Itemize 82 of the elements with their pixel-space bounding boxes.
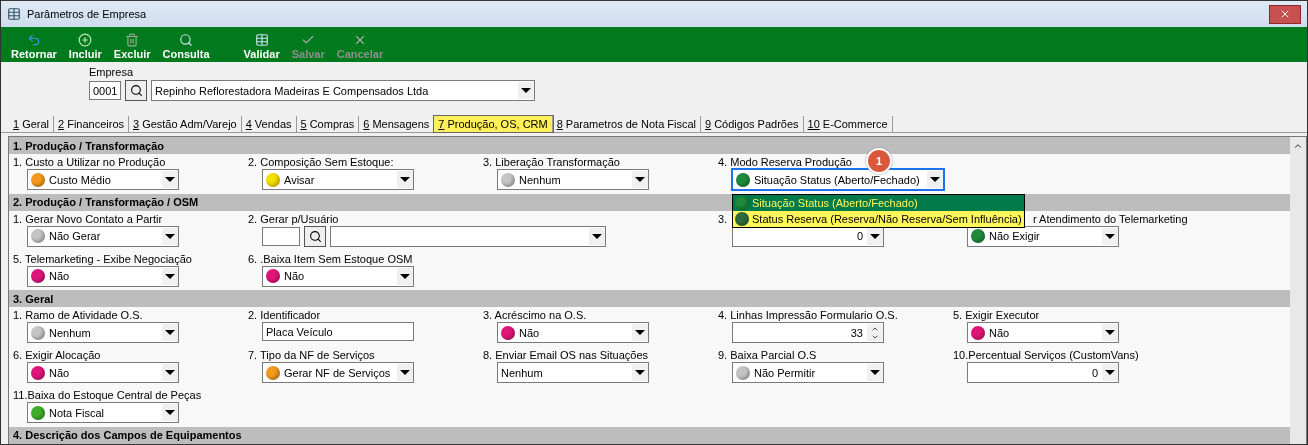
scrollbar[interactable]	[1290, 137, 1306, 444]
tab[interactable]: 4 Vendas	[241, 116, 297, 132]
field-label: Empresa	[89, 66, 134, 78]
dropdown[interactable]: Nenhum	[497, 362, 649, 384]
scroll-up-icon[interactable]	[1293, 141, 1303, 151]
field-label: 11.Baixa do Estoque Central de Peças	[13, 389, 202, 402]
toolbar-button[interactable]: Incluir	[62, 33, 108, 60]
dropdown[interactable]: 0	[967, 362, 1119, 384]
toolbar-button[interactable]: Validar	[237, 33, 286, 60]
plus-circle-icon	[78, 33, 93, 47]
tab[interactable]: 8 Parametros de Nota Fiscal	[552, 116, 702, 132]
tab[interactable]: 2 Financeiros	[54, 116, 129, 132]
field-label: 3. Acréscimo na O.S.	[483, 309, 587, 322]
dropdown[interactable]	[330, 225, 606, 247]
code-field[interactable]	[262, 226, 300, 246]
dropdown[interactable]: Situação Status (Aberto/Fechado)	[732, 169, 944, 190]
table-icon	[254, 33, 269, 47]
toolbar-button[interactable]: Retornar	[5, 33, 63, 60]
dropdown[interactable]: Não Exigir	[967, 225, 1119, 247]
field-label: 2. Composição Sem Estoque:	[248, 156, 394, 168]
dropdown[interactable]: Não	[497, 322, 649, 344]
field-label: 10.Percentual Serviços (CustomVans)	[953, 349, 1139, 362]
field-label: 9. Baixa Parcial O.S	[718, 349, 817, 362]
search-icon	[179, 33, 194, 47]
company-dropdown[interactable]: Repinho Reflorestadora Madeiras E Compensados Ltda	[151, 80, 535, 101]
close-icon	[1279, 8, 1291, 20]
window-title: Parâmetros de Empresa	[27, 8, 147, 20]
field-label: 5. Telemarketing - Exibe Negociação	[13, 252, 192, 265]
dropdown[interactable]: Não	[967, 322, 1119, 344]
field-label: 1. Ramo de Atividade O.S.	[13, 309, 143, 322]
spin-up-icon[interactable]	[871, 325, 879, 333]
dropdown[interactable]: Avisar	[262, 169, 414, 190]
section-header: 4. Descrição dos Campos de Equipamentos	[9, 426, 1290, 444]
dropdown[interactable]: Não	[27, 362, 179, 384]
field-label: 3. Liberação Transformação	[483, 156, 620, 168]
field-label: 1. Gerar Novo Contato a Partir	[13, 212, 163, 225]
tab[interactable]: 10 E-Commerce	[803, 116, 893, 132]
field-label: 6. Exigir Alocação	[13, 349, 101, 362]
table-icon	[7, 7, 21, 21]
dropdown[interactable]: Gerar NF de Serviços	[262, 362, 414, 384]
spin-field[interactable]: 33	[732, 322, 884, 344]
tab[interactable]: 9 Códigos Padrões	[701, 116, 804, 132]
trash-icon	[125, 33, 140, 47]
code-field[interactable]: 0001	[89, 81, 121, 100]
toolbar-button[interactable]: Consulta	[156, 33, 216, 60]
dropdown[interactable]: Não Gerar	[27, 225, 179, 247]
toolbar-button[interactable]: Excluir	[107, 33, 157, 60]
dropdown[interactable]: Não Permitir	[732, 362, 884, 384]
text-field[interactable]: Placa Veículo	[262, 322, 414, 342]
tab[interactable]: 3 Gestão Adm/Varejo	[129, 116, 242, 132]
spin-down-icon[interactable]	[871, 333, 879, 341]
search-icon	[308, 229, 322, 243]
dropdown-option[interactable]: Status Reserva (Reserva/Não Reserva/Sem Influência)	[733, 211, 1024, 227]
dropdown[interactable]: Não	[262, 265, 414, 287]
dropdown[interactable]: Nenhum	[497, 169, 649, 190]
dropdown[interactable]: Nota Fiscal	[27, 402, 179, 424]
section-header: 1. Produção / Transformação	[9, 137, 1290, 154]
dropdown[interactable]: Nenhum	[27, 322, 179, 344]
section-header: 3. Geral	[9, 290, 1290, 308]
field-label: 4. Linhas Impressão Formulario O.S.	[718, 309, 898, 322]
search-button[interactable]	[304, 225, 326, 247]
field-label: 2. Identificador	[248, 309, 321, 322]
close-button[interactable]	[1269, 4, 1301, 24]
field-label: 5. Exigir Executor	[953, 309, 1040, 322]
field-label: 4. Modo Reserva Produção	[718, 156, 852, 168]
field-label: 3.	[718, 212, 728, 225]
dropdown-option[interactable]: Situação Status (Aberto/Fechado)	[733, 195, 1024, 211]
field-label: 6. .Baixa Item Sem Estoque OSM	[248, 252, 413, 265]
search-button[interactable]	[125, 80, 147, 101]
dropdown[interactable]: Não	[27, 265, 179, 287]
dropdown[interactable]: Custo Médio	[27, 169, 179, 190]
tab[interactable]: 5 Compras	[296, 116, 360, 132]
field-label: 8. Enviar Email OS nas Situações	[483, 349, 649, 362]
field-label: r Atendimento do Telemarketing	[1033, 212, 1188, 225]
field-label: 1. Custo a Utilizar no Produção	[13, 156, 166, 168]
tab[interactable]: 1 Geral	[9, 116, 55, 132]
field-label: 2. Gerar p/Usuário	[248, 212, 339, 225]
field-label: 7. Tipo da NF de Serviços	[248, 349, 375, 362]
search-icon	[129, 84, 143, 97]
tab[interactable]: 7 Produção, OS, CRM	[434, 116, 553, 132]
check-icon	[301, 33, 316, 47]
undo-arrow-icon	[26, 33, 41, 47]
